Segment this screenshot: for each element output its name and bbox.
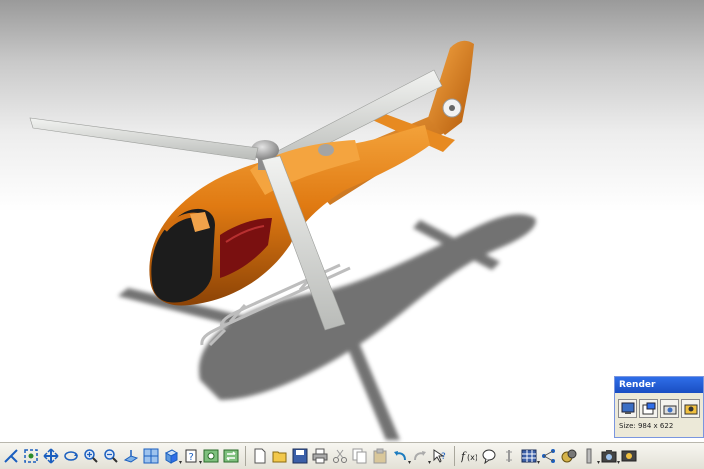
axis-icon[interactable]	[2, 446, 20, 466]
new-icon[interactable]	[251, 446, 269, 466]
material-icon[interactable]	[560, 446, 578, 466]
camera-icon[interactable]: ▾	[600, 446, 620, 466]
3d-viewport[interactable]	[0, 0, 704, 442]
svg-text:?: ?	[441, 452, 446, 462]
catalog-icon[interactable]: ▾	[580, 446, 600, 466]
toolbar-separator	[454, 446, 455, 466]
redo-icon[interactable]: ▾	[411, 446, 431, 466]
save-icon[interactable]	[291, 446, 309, 466]
copy-icon[interactable]	[351, 446, 369, 466]
comment-icon[interactable]	[480, 446, 498, 466]
render-image-icon[interactable]	[618, 399, 637, 418]
iso-view-icon[interactable]: ▾	[162, 446, 182, 466]
swap-space-icon[interactable]	[222, 446, 240, 466]
render-settings-icon[interactable]	[681, 399, 700, 418]
pan-icon[interactable]	[42, 446, 60, 466]
zoom-in-icon[interactable]	[82, 446, 100, 466]
render-scene-icon[interactable]	[620, 446, 638, 466]
formula-icon[interactable]: f (x)	[460, 446, 478, 466]
view-mode-icon[interactable]: ? ▾	[182, 446, 202, 466]
hide-show-icon[interactable]	[202, 446, 220, 466]
svg-text:(x): (x)	[467, 453, 477, 462]
helicopter-scene	[29, 40, 536, 440]
render-window-icon[interactable]	[639, 399, 658, 418]
table-icon[interactable]: ▾	[520, 446, 540, 466]
undo-icon[interactable]: ▾	[391, 446, 411, 466]
tree-icon[interactable]	[540, 446, 558, 466]
fit-all-icon[interactable]	[22, 446, 40, 466]
normal-view-icon[interactable]	[122, 446, 140, 466]
multi-view-icon[interactable]	[142, 446, 160, 466]
bottom-toolbar: ▾ ? ▾ ▾ ▾ ? f (x) ▾ ▾ ▾	[0, 442, 704, 469]
measure-icon[interactable]	[500, 446, 518, 466]
print-icon[interactable]	[311, 446, 329, 466]
render-panel-title[interactable]: Render	[615, 377, 703, 393]
rotate-icon[interactable]	[62, 446, 80, 466]
render-toolbar-panel: Render Size: 984 x 622	[614, 376, 704, 438]
svg-text:?: ?	[189, 452, 194, 463]
open-icon[interactable]	[271, 446, 289, 466]
paste-icon[interactable]	[371, 446, 389, 466]
render-size-label: Size: 984 x 622	[619, 422, 674, 430]
render-sequence-icon[interactable]	[660, 399, 679, 418]
rotor-blade-left	[29, 117, 259, 161]
whats-this-icon[interactable]: ?	[431, 446, 449, 466]
cut-icon[interactable]	[331, 446, 349, 466]
toolbar-separator	[245, 446, 246, 466]
zoom-out-icon[interactable]	[102, 446, 120, 466]
